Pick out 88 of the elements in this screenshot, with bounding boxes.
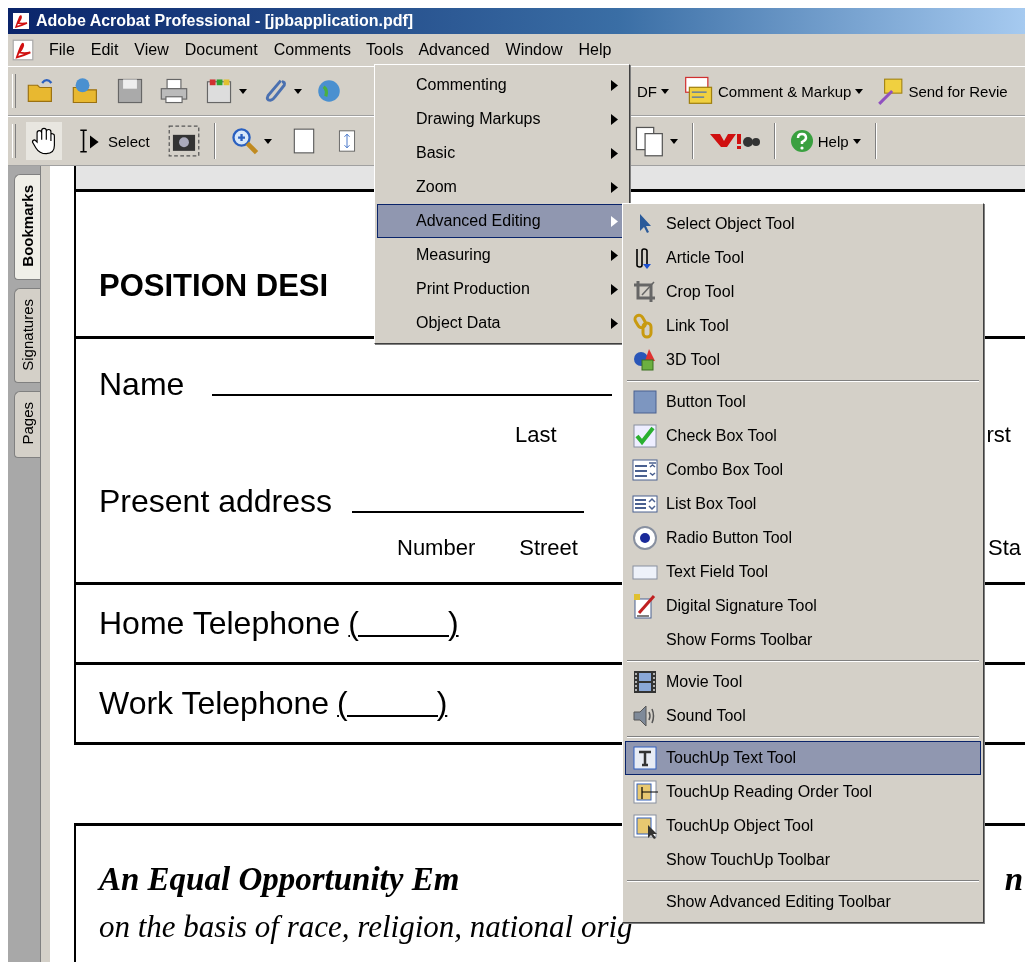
combo-box-icon — [632, 457, 658, 483]
statement-text: n — [1004, 861, 1023, 897]
menu-item[interactable]: Combo Box Tool — [625, 453, 981, 487]
caret-icon — [669, 138, 678, 144]
menu-item[interactable]: Button Tool — [625, 385, 981, 419]
menu-item[interactable]: Article Tool — [625, 241, 981, 275]
caret-icon — [294, 88, 302, 94]
crop-icon — [632, 279, 658, 305]
review-note-icon — [876, 77, 905, 105]
help-button[interactable]: Help — [785, 125, 865, 157]
comment-note-icon — [682, 75, 714, 107]
printer-icon — [158, 76, 190, 106]
menu-item[interactable]: Show TouchUp Toolbar — [625, 843, 981, 877]
menu-item[interactable]: Basic — [377, 136, 627, 170]
field-label: Present address — [99, 484, 332, 520]
menu-item[interactable]: Text Field Tool — [625, 555, 981, 589]
submenu-arrow-icon — [611, 113, 618, 125]
create-pdf-button[interactable]: DF — [633, 78, 673, 104]
menu-item[interactable]: Movie Tool — [625, 665, 981, 699]
pen-signature-icon — [632, 593, 658, 619]
menu-item[interactable]: TouchUp Reading Order Tool — [625, 775, 981, 809]
field-caption: Last — [515, 422, 557, 449]
menu-item[interactable]: TouchUp Text Tool — [625, 741, 981, 775]
submenu-arrow-icon — [611, 317, 618, 329]
menu-item[interactable]: List Box Tool — [625, 487, 981, 521]
field-label: Home Telephone — [99, 605, 341, 642]
document-icon — [12, 12, 30, 30]
help-icon — [789, 129, 814, 153]
fill-in-line: ( ) — [348, 605, 459, 642]
radio-button-icon — [632, 525, 658, 551]
submenu-arrow-icon — [611, 215, 618, 227]
document-icon[interactable] — [12, 39, 34, 61]
caret-icon — [661, 88, 669, 94]
film-strip-icon — [632, 669, 658, 695]
window-title: Adobe Acrobat Professional - [jpbapplication.pdf] — [36, 12, 414, 30]
caret-icon — [239, 88, 247, 94]
panel-tab[interactable]: Pages — [14, 391, 40, 458]
menu-item[interactable]: Commenting — [377, 68, 627, 102]
submenu-arrow-icon — [611, 249, 618, 261]
save-icon — [115, 76, 145, 106]
panel-tab[interactable]: Signatures — [14, 287, 40, 384]
reading-order-icon — [632, 779, 658, 805]
menu-item[interactable]: Radio Button Tool — [625, 521, 981, 555]
shapes-3d-icon — [632, 347, 658, 373]
zoom-in-icon — [229, 126, 260, 156]
menu-item[interactable]: Digital Signature Tool — [625, 589, 981, 623]
statement-text: An Equal Opportunity Em — [99, 860, 460, 899]
menu-item[interactable]: 3D Tool — [625, 343, 981, 377]
field-caption: Sta — [987, 535, 1021, 561]
caret-icon — [852, 138, 861, 144]
panel-splitter[interactable] — [40, 166, 50, 962]
menu-item[interactable]: TouchUp Object Tool — [625, 809, 981, 843]
send-for-review-button[interactable]: Send for Revie — [872, 73, 1012, 109]
menu-item[interactable]: Measuring — [377, 238, 627, 272]
submenu-arrow-icon — [611, 79, 618, 91]
menu-item[interactable]: Print Production — [377, 272, 627, 306]
text-tool-icon — [632, 745, 658, 771]
menu-item[interactable]: Sound Tool — [625, 699, 981, 733]
form-heading: POSITION DESI — [99, 268, 329, 304]
select-tool-button[interactable]: Select — [72, 123, 154, 159]
button-square-icon — [632, 389, 658, 415]
field-caption: Street — [519, 535, 578, 562]
checkbox-icon — [632, 423, 658, 449]
hand-tool-button[interactable] — [26, 122, 62, 160]
camera-icon — [167, 125, 200, 157]
field-caption: Number — [397, 535, 476, 562]
caret-icon — [263, 138, 272, 144]
menu-item[interactable]: Check Box Tool — [625, 419, 981, 453]
caret-icon — [855, 88, 864, 94]
partial-label: DF — [637, 82, 657, 100]
submenu-arrow-icon — [611, 181, 618, 193]
fill-in-line: ( ) — [337, 685, 448, 722]
menu-item[interactable]: Select Object Tool — [625, 207, 981, 241]
menu-item[interactable]: Drawing Markups — [377, 102, 627, 136]
comment-markup-button[interactable]: Comment & Markup — [678, 71, 868, 111]
submenu-arrow-icon — [611, 147, 618, 159]
menu-item[interactable]: Crop Tool — [625, 275, 981, 309]
menu-item[interactable]: Link Tool — [625, 309, 981, 343]
field-label: Work Telephone — [99, 685, 330, 722]
object-tool-icon — [632, 813, 658, 839]
menu-item[interactable]: Object Data — [377, 306, 627, 340]
pages-icon — [633, 125, 666, 157]
menu-item[interactable]: Zoom — [377, 170, 627, 204]
submenu-arrow-icon — [611, 283, 618, 295]
menu-item[interactable]: Show Forms Toolbar — [625, 623, 981, 657]
field-label: Name — [99, 367, 185, 403]
panel-tab[interactable]: Bookmarks — [14, 174, 40, 280]
field-caption: rst — [986, 422, 1011, 448]
